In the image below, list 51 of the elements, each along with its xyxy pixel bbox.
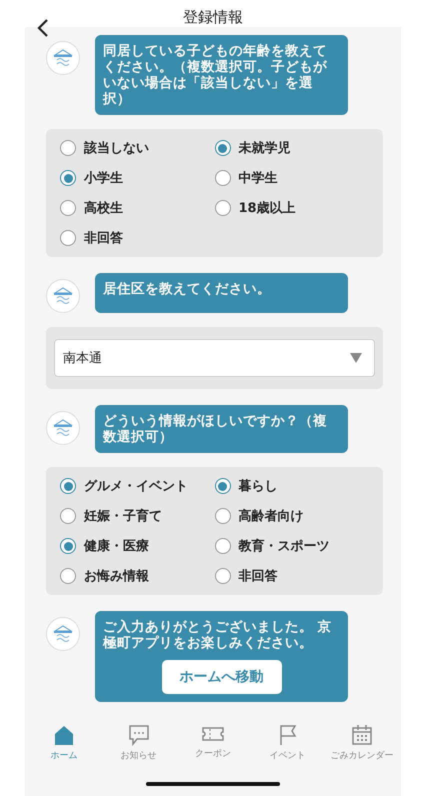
logo-icon [46, 279, 80, 313]
message-text: ご入力ありがとうございました。 京極町アプリをお楽しみください。 [103, 619, 333, 651]
option-label: 18歳以上 [238, 200, 296, 217]
radio-button[interactable] [214, 170, 230, 186]
nav-tab[interactable]: クーポン [178, 724, 248, 762]
home-icon [53, 724, 75, 746]
option-label: 教育・スポーツ [238, 538, 330, 555]
caret-icon [350, 353, 362, 363]
option-label: 妊娠・子育て [84, 508, 162, 525]
home-button[interactable]: ホームへ移動 [162, 660, 282, 694]
option-label: 小学生 [84, 170, 123, 187]
nav-tab[interactable]: お知らせ [104, 724, 174, 762]
radio-button[interactable] [60, 140, 76, 156]
radio-button[interactable] [60, 508, 76, 524]
radio-button[interactable] [60, 170, 76, 186]
calendar-icon [351, 724, 373, 746]
nav-tab[interactable]: ごみカレンダー [327, 724, 397, 762]
message-text: どういう情報がほしいですか？（複数選択可） [103, 413, 328, 445]
logo-icon [46, 41, 80, 75]
option-label: 中学生 [238, 170, 278, 187]
radio-button[interactable] [60, 538, 76, 554]
logo-icon [46, 617, 80, 651]
radio-button[interactable] [214, 508, 230, 524]
option-label: お悔み情報 [84, 568, 149, 585]
message-text: 同居している子どもの年齢を教えてください。（複数選択可。子どもがいない場合は「該当しない」を選択） [103, 43, 328, 107]
option-label: 未就学児 [238, 140, 290, 157]
option-label: 該当しない [84, 140, 149, 157]
chat-icon [128, 724, 150, 746]
option-label: 高校生 [84, 200, 123, 217]
option-label: 健康・医療 [84, 538, 149, 555]
message-text: 居住区を教えてください。 [103, 281, 272, 297]
logo-icon [46, 411, 80, 445]
option-label: グルメ・イベント [84, 478, 188, 495]
option-label: 非回答 [238, 568, 278, 585]
radio-button[interactable] [214, 478, 230, 494]
radio-button[interactable] [214, 140, 230, 156]
nav-tab[interactable]: ホーム [29, 724, 99, 762]
radio-button[interactable] [60, 200, 76, 216]
radio-button[interactable] [60, 478, 76, 494]
radio-button[interactable] [214, 568, 230, 584]
option-label: 暮らし [238, 478, 278, 495]
radio-button[interactable] [60, 230, 76, 246]
dropdown-field[interactable]: 南本通 [54, 339, 375, 377]
radio-button[interactable] [60, 568, 76, 584]
radio-button[interactable] [214, 538, 230, 554]
option-label: 高齢者向け [238, 508, 304, 525]
radio-button[interactable] [214, 200, 230, 216]
nav-tab[interactable]: イベント [252, 724, 322, 762]
back-icon[interactable] [37, 18, 49, 38]
option-label: 非回答 [84, 230, 123, 247]
screen-title: 登録情報 [183, 8, 243, 27]
